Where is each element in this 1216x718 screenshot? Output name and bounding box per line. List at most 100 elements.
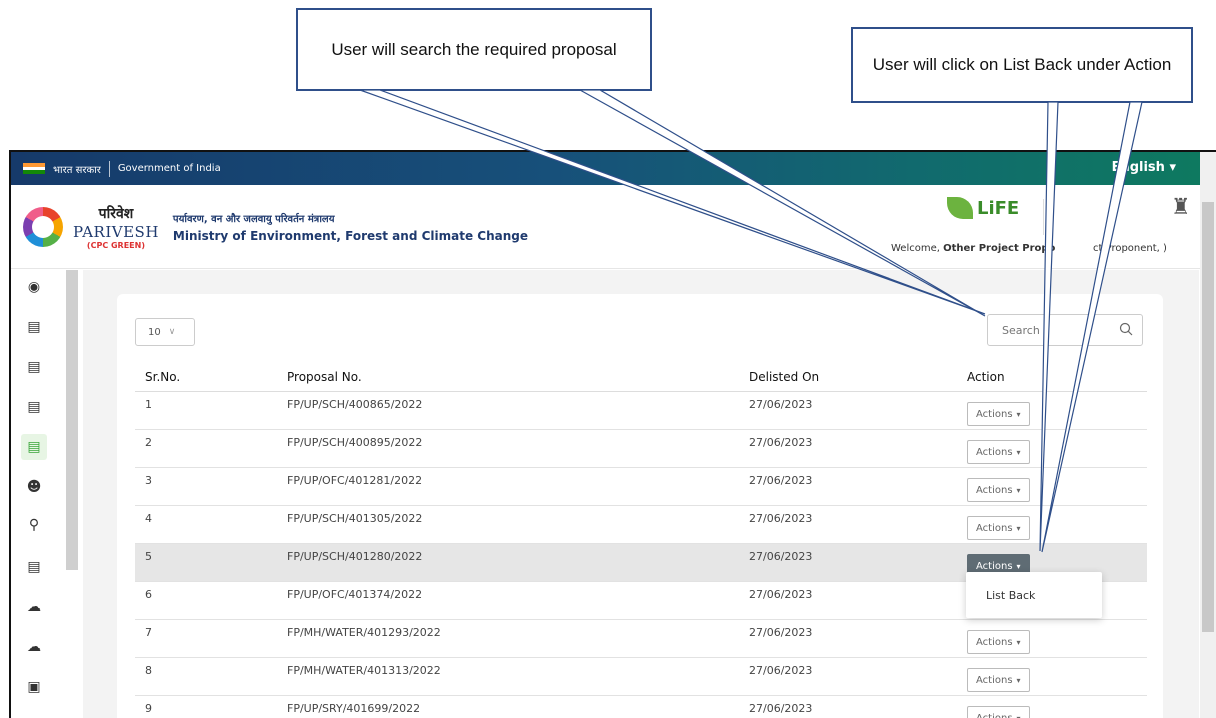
ministry-english: Ministry of Environment, Forest and Clim… <box>172 228 528 243</box>
chevron-down-icon: ▾ <box>1016 637 1021 647</box>
cell-delisted-on: 27/06/2023 <box>749 626 813 639</box>
cell-delisted-on: 27/06/2023 <box>749 436 813 449</box>
search-icon[interactable] <box>1119 322 1133 336</box>
table-row: 9 FP/UP/SRY/401699/2022 27/06/2023 Actions ▾ <box>135 696 1147 718</box>
clipboard-icon[interactable]: ▤ <box>25 358 43 376</box>
header-delisted-on: Delisted On <box>749 370 820 384</box>
cell-delisted-on: 27/06/2023 <box>749 702 813 715</box>
callout-search: User will search the required proposal <box>296 8 652 91</box>
actions-button[interactable]: Actions▾ <box>967 630 1030 654</box>
gov-strip: भारत सरकार Government of India English ▾ <box>11 152 1216 185</box>
callout-listback: User will click on List Back under Actio… <box>851 27 1193 103</box>
users-icon[interactable]: ☻ <box>25 478 43 496</box>
ministry: पर्यावरण, वन और जलवायु परिवर्तन मंत्रालय… <box>173 211 528 243</box>
welcome-text: Welcome, Other Project Propo <box>891 243 1055 254</box>
header-action: Action <box>967 370 1005 384</box>
chat-icon[interactable]: ▣ <box>25 678 43 696</box>
leaf-icon <box>947 197 973 219</box>
scrollbar-thumb[interactable] <box>1202 202 1214 632</box>
cell-sr-no: 8 <box>145 664 152 677</box>
callout-search-text: User will search the required proposal <box>331 39 617 59</box>
language-selector[interactable]: English ▾ <box>1112 160 1176 175</box>
cloud-upload-icon[interactable]: ☁ <box>25 598 43 616</box>
brand-sub: (CPC GREEN) <box>86 240 145 250</box>
cell-proposal-no: FP/UP/SRY/401699/2022 <box>287 702 421 715</box>
gov-english-label: Government of India <box>117 163 221 174</box>
screenshot-stage: User will search the required proposal U… <box>0 0 1216 718</box>
actions-button[interactable]: Actions▾ <box>967 706 1030 718</box>
cell-sr-no: 3 <box>145 474 152 487</box>
cell-sr-no: 9 <box>145 702 152 715</box>
cell-proposal-no: FP/MH/WATER/401293/2022 <box>287 626 441 639</box>
actions-button[interactable]: Actions▾ <box>967 402 1030 426</box>
header-sr-no: Sr.No. <box>145 370 181 384</box>
dashboard-icon[interactable]: ◉ <box>25 278 43 296</box>
actions-button[interactable]: Actions▾ <box>967 478 1030 502</box>
cell-delisted-on: 27/06/2023 <box>749 550 813 563</box>
actions-button-label: Actions <box>976 484 1013 496</box>
cell-sr-no: 6 <box>145 588 152 601</box>
cell-delisted-on: 27/06/2023 <box>749 512 813 525</box>
clipboard-icon[interactable]: ▤ <box>25 318 43 336</box>
clipboard-active-icon[interactable]: ▤ <box>21 434 47 460</box>
callout-listback-text: User will click on List Back under Actio… <box>872 55 1172 74</box>
actions-dropdown: List Back <box>966 572 1102 618</box>
actions-button-label: Actions <box>976 674 1013 686</box>
actions-button[interactable]: Actions▾ <box>967 668 1030 692</box>
chevron-down-icon: ▾ <box>1016 447 1021 457</box>
chevron-down-icon: ▾ <box>1016 675 1021 685</box>
page-size-value: 10 <box>148 326 161 338</box>
ministry-hindi: पर्यावरण, वन और जलवायु परिवर्तन मंत्रालय <box>172 213 335 225</box>
cell-proposal-no: FP/UP/SCH/401305/2022 <box>287 512 423 525</box>
brand: परिवेश PARIVESH (CPC GREEN) <box>73 204 159 250</box>
chevron-down-icon: ▾ <box>1169 160 1176 175</box>
actions-button-label: Actions <box>976 712 1013 718</box>
sidebar-scrollbar[interactable] <box>66 270 78 570</box>
table-row: 8 FP/MH/WATER/401313/2022 27/06/2023 Action… <box>135 658 1147 696</box>
table-row: 3 FP/UP/OFC/401281/2022 27/06/2023 Actions ▾ <box>135 468 1147 506</box>
cell-sr-no: 7 <box>145 626 152 639</box>
main-content: 10 ∨ Sr.No. Proposal No. Delisted On Acti… <box>83 270 1199 718</box>
clipboard-icon[interactable]: ▤ <box>25 398 43 416</box>
actions-button-label: Actions <box>976 408 1013 420</box>
page-scrollbar[interactable] <box>1200 152 1216 718</box>
parivesh-logo-icon <box>23 206 63 247</box>
proposal-card: 10 ∨ Sr.No. Proposal No. Delisted On Acti… <box>117 294 1163 718</box>
chevron-down-icon: ▾ <box>1016 713 1021 718</box>
page-size-select[interactable]: 10 ∨ <box>135 318 195 346</box>
cell-proposal-no: FP/UP/SCH/400865/2022 <box>287 398 423 411</box>
language-label: English <box>1111 160 1165 175</box>
cell-delisted-on: 27/06/2023 <box>749 664 813 677</box>
table-row: 2 FP/UP/SCH/400895/2022 27/06/2023 Actions ▾ <box>135 430 1147 468</box>
life-logo: LiFE <box>947 197 1019 219</box>
cell-delisted-on: 27/06/2023 <box>749 398 813 411</box>
chevron-down-icon: ∨ <box>168 327 176 337</box>
table-row: 4 FP/UP/SCH/401305/2022 27/06/2023 Actions ▾ <box>135 506 1147 544</box>
sidebar: ◉ ▤ ▤ ▤ ▤ ☻ ⚲ ▤ ☁ ☁ ▣ <box>11 270 81 718</box>
chevron-down-icon: ▾ <box>1016 409 1021 419</box>
cell-delisted-on: 27/06/2023 <box>749 474 813 487</box>
user-settings-icon[interactable]: ⚲ <box>25 516 43 534</box>
national-emblem-icon: ♜ <box>1171 195 1191 220</box>
list-back-option[interactable]: List Back <box>986 589 1035 602</box>
actions-button[interactable]: Actions▾ <box>967 516 1030 540</box>
actions-button[interactable]: Actions▾ <box>967 440 1030 464</box>
cloud-upload-icon[interactable]: ☁ <box>25 638 43 656</box>
actions-button-label: Actions <box>976 522 1013 534</box>
table-row: 7 FP/MH/WATER/401293/2022 27/06/2023 Action… <box>135 620 1147 658</box>
clipboard-icon[interactable]: ▤ <box>25 558 43 576</box>
cell-delisted-on: 27/06/2023 <box>749 588 813 601</box>
table-header: Sr.No. Proposal No. Delisted On Action <box>135 362 1147 392</box>
header-divider <box>1043 199 1044 235</box>
cell-sr-no: 2 <box>145 436 152 449</box>
actions-button-label: Actions <box>976 636 1013 648</box>
cell-sr-no: 5 <box>145 550 152 563</box>
gov-divider <box>108 160 110 177</box>
cell-proposal-no: FP/UP/OFC/401281/2022 <box>287 474 423 487</box>
site-header: परिवेश PARIVESH (CPC GREEN) पर्यावरण, वन… <box>11 185 1216 269</box>
cell-proposal-no: FP/MH/WATER/401313/2022 <box>287 664 441 677</box>
india-flag-icon <box>23 163 45 175</box>
app-window: भारत सरकार Government of India English ▾… <box>9 150 1216 718</box>
chevron-down-icon: ▾ <box>1016 523 1021 533</box>
user-role: ct Proponent, ) <box>1093 243 1167 254</box>
